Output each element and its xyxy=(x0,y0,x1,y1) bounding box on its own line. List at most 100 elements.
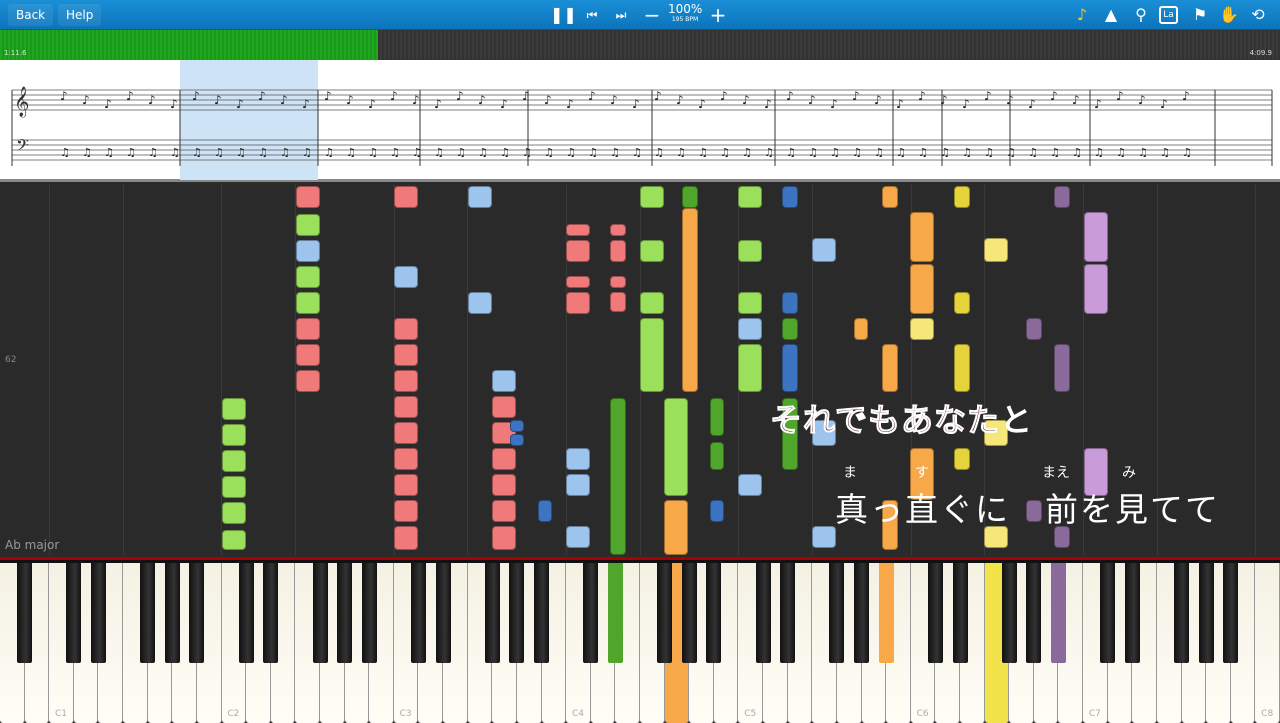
svg-text:♫: ♫ xyxy=(632,146,642,159)
tempo-display: 100% 195 BPM xyxy=(668,3,702,24)
svg-text:♫: ♫ xyxy=(764,146,774,159)
location-pin-icon[interactable]: ⚑ xyxy=(1189,5,1211,25)
black-key[interactable] xyxy=(1174,563,1190,663)
black-key[interactable] xyxy=(755,563,771,663)
falling-note xyxy=(222,476,246,498)
song-progress-bar[interactable]: 1:11.6 4:09.9 xyxy=(0,30,1280,60)
back-button[interactable]: Back xyxy=(8,4,54,26)
zoom-icon[interactable]: ⚲ xyxy=(1130,5,1152,25)
black-key[interactable] xyxy=(484,563,500,663)
svg-text:𝄢: 𝄢 xyxy=(16,135,29,159)
la-label-icon[interactable]: La xyxy=(1159,6,1178,24)
black-key[interactable] xyxy=(878,563,894,663)
black-key[interactable] xyxy=(1050,563,1066,663)
svg-text:♪: ♪ xyxy=(478,93,486,107)
svg-text:♪: ♪ xyxy=(214,93,222,107)
black-key[interactable] xyxy=(361,563,377,663)
black-key[interactable] xyxy=(140,563,156,663)
svg-text:♪: ♪ xyxy=(566,97,574,111)
tempo-bpm: 195 BPM xyxy=(671,16,699,23)
measure-number: 62 xyxy=(5,355,17,365)
falling-note xyxy=(394,396,418,418)
black-key[interactable] xyxy=(90,563,106,663)
falling-note xyxy=(640,186,664,208)
loop-icon[interactable]: ⟲ xyxy=(1247,5,1269,25)
falling-note xyxy=(1054,186,1070,208)
hand-icon[interactable]: ✋ xyxy=(1218,5,1240,25)
svg-text:♪: ♪ xyxy=(60,89,68,103)
help-button[interactable]: Help xyxy=(58,4,102,26)
sheet-music[interactable]: 𝄞 𝄢 ♪ ♫ ♪ ♫ ♪ ♫ ♪ ♫ ♪ ♫ ♪ ♫ ♪ ♫ ♪ ♫ ♪ ♫ ♪ ♫ ♪ ♫ ♪ ♫ ♪ ♫ ♪ ♫ ♪ ♫ ♪ ♫ ♪ ♫ ♪ ♫ ♪ ♫… xyxy=(0,60,1280,182)
black-key[interactable] xyxy=(263,563,279,663)
svg-text:♫: ♫ xyxy=(874,146,884,159)
black-key[interactable] xyxy=(1223,563,1239,663)
svg-text:♪: ♪ xyxy=(1160,97,1168,111)
svg-text:♫: ♫ xyxy=(390,146,400,159)
falling-note xyxy=(610,240,626,262)
skip-forward-icon[interactable]: ⏭ xyxy=(610,5,632,25)
svg-text:♫: ♫ xyxy=(346,146,356,159)
svg-text:♫: ♫ xyxy=(896,146,906,159)
svg-text:♫: ♫ xyxy=(698,146,708,159)
black-key[interactable] xyxy=(1198,563,1214,663)
falling-note xyxy=(1084,264,1108,314)
total-time: 4:09.9 xyxy=(1249,49,1272,57)
svg-text:♫: ♫ xyxy=(610,146,620,159)
black-key[interactable] xyxy=(1001,563,1017,663)
falling-note xyxy=(566,526,590,548)
svg-text:♫: ♫ xyxy=(302,146,312,159)
svg-text:♫: ♫ xyxy=(940,146,950,159)
black-key[interactable] xyxy=(337,563,353,663)
minus-icon[interactable]: − xyxy=(641,5,663,25)
music-note-icon[interactable]: ♪ xyxy=(1071,5,1093,25)
black-key[interactable] xyxy=(17,563,33,663)
white-key[interactable]: C8 xyxy=(1255,563,1280,723)
svg-text:♪: ♪ xyxy=(918,89,926,103)
black-key[interactable] xyxy=(534,563,550,663)
black-key[interactable] xyxy=(312,563,328,663)
svg-text:♫: ♫ xyxy=(456,146,466,159)
svg-text:♫: ♫ xyxy=(170,146,180,159)
falling-note xyxy=(394,318,418,340)
black-key[interactable] xyxy=(681,563,697,663)
black-key[interactable] xyxy=(780,563,796,663)
falling-note xyxy=(910,212,934,262)
falling-note xyxy=(510,434,524,446)
black-key[interactable] xyxy=(706,563,722,663)
pause-icon[interactable]: ❚❚ xyxy=(550,5,577,25)
black-key[interactable] xyxy=(435,563,451,663)
svg-text:♪: ♪ xyxy=(808,93,816,107)
plus-icon[interactable]: + xyxy=(707,5,729,25)
falling-note xyxy=(854,318,868,340)
lyric-sung: それでもあなた xyxy=(769,401,1001,440)
black-key[interactable] xyxy=(927,563,943,663)
black-key[interactable] xyxy=(66,563,82,663)
metronome-icon[interactable]: ▲ xyxy=(1100,5,1122,25)
black-key[interactable] xyxy=(164,563,180,663)
black-key[interactable] xyxy=(509,563,525,663)
svg-text:♫: ♫ xyxy=(676,146,686,159)
black-key[interactable] xyxy=(583,563,599,663)
piano-keyboard[interactable]: C1 C2 C3 C4 C5 C6 C7 C8 xyxy=(0,557,1280,723)
black-key[interactable] xyxy=(657,563,673,663)
black-key[interactable] xyxy=(952,563,968,663)
black-key[interactable] xyxy=(1026,563,1042,663)
black-key[interactable] xyxy=(607,563,623,663)
svg-text:♫: ♫ xyxy=(434,146,444,159)
falling-note xyxy=(812,526,836,548)
key-label: C3 xyxy=(399,709,412,719)
black-key[interactable] xyxy=(410,563,426,663)
falling-note xyxy=(510,420,524,432)
black-key[interactable] xyxy=(189,563,205,663)
black-key[interactable] xyxy=(829,563,845,663)
black-key[interactable] xyxy=(1100,563,1116,663)
falling-note xyxy=(984,238,1008,262)
falling-note xyxy=(468,292,492,314)
skip-back-icon[interactable]: ⏮ xyxy=(581,5,603,25)
black-key[interactable] xyxy=(1124,563,1140,663)
black-key[interactable] xyxy=(238,563,254,663)
black-key[interactable] xyxy=(854,563,870,663)
current-measure-highlight xyxy=(180,60,318,180)
key-signature-label: Ab major xyxy=(5,538,60,552)
falling-note xyxy=(296,344,320,366)
